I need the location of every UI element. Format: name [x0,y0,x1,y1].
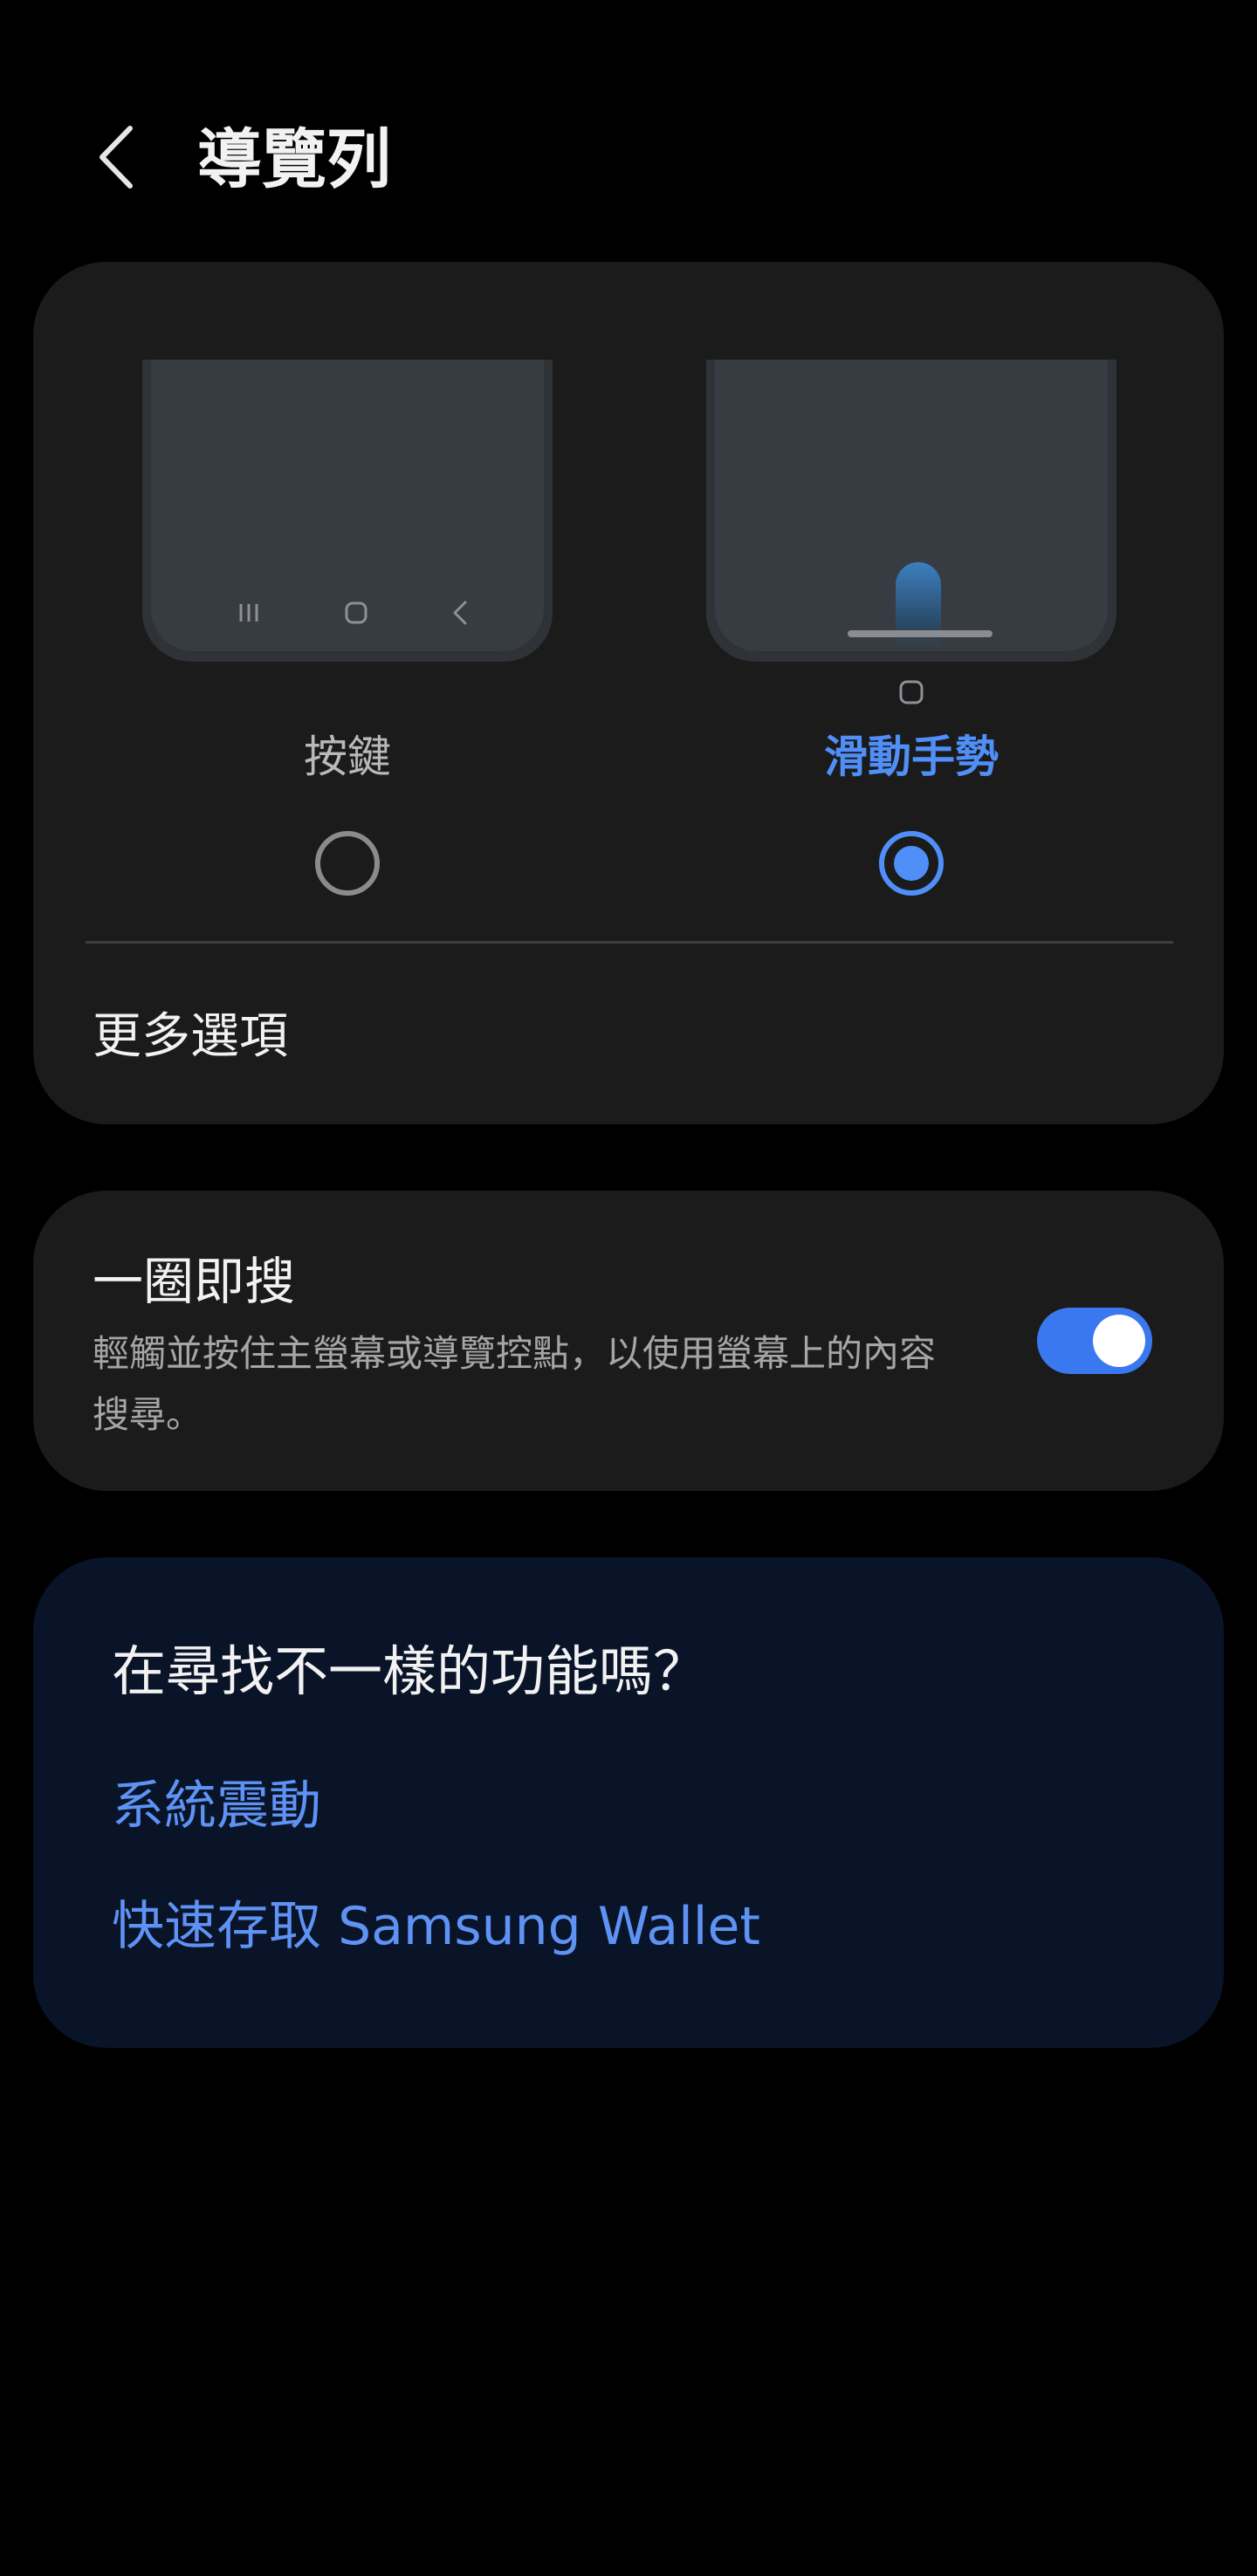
suggestions-card: 在尋找不一樣的功能嗎？ 系統震動 快速存取 Samsung Wallet [33,1557,1224,2048]
toggle-knob [1093,1315,1145,1367]
radio-buttons-unselected[interactable] [313,829,381,897]
buttons-preview-screen [151,360,544,651]
buttons-preview [142,360,553,662]
chevron-left-icon [100,126,133,189]
app-bar: 導覽列 [0,0,1257,244]
recents-icon [231,595,266,630]
radio-gestures-selected[interactable] [877,829,945,897]
gesture-hint-icon [895,676,928,709]
preview-nav-buttons [151,595,544,630]
circle-to-search-toggle[interactable] [1037,1308,1152,1374]
link-system-vibration[interactable]: 系統震動 [112,1767,321,1845]
page-title: 導覽列 [197,122,391,197]
link-samsung-wallet-quick-access[interactable]: 快速存取 Samsung Wallet [112,1887,760,1966]
more-options-item[interactable]: 更多選項 [93,1002,288,1072]
nav-option-gestures-label: 滑動手勢 [824,732,999,782]
nav-option-buttons-label: 按鍵 [304,732,391,782]
gesture-handle-bar [848,630,993,637]
circle-to-search-card[interactable]: 一圈即搜 輕觸並按住主螢幕或導覽控點，以使用螢幕上的內容搜尋。 [33,1191,1224,1491]
nav-option-swipe-gestures[interactable]: 滑動手勢 [706,360,1116,918]
circle-to-search-title: 一圈即搜 [93,1252,296,1311]
back-button[interactable] [84,113,147,201]
gestures-preview-screen [715,360,1108,651]
divider [86,941,1173,944]
nav-option-buttons[interactable]: 按鍵 [142,360,553,918]
home-icon [339,595,374,630]
circle-to-search-description: 輕觸並按住主螢幕或導覽控點，以使用螢幕上的內容搜尋。 [93,1332,937,1436]
gestures-preview [706,360,1116,662]
suggestions-title: 在尋找不一樣的功能嗎？ [112,1639,708,1703]
back-icon [443,595,477,630]
navigation-type-card: 按鍵 滑動手勢 更多選項 [33,262,1224,1124]
